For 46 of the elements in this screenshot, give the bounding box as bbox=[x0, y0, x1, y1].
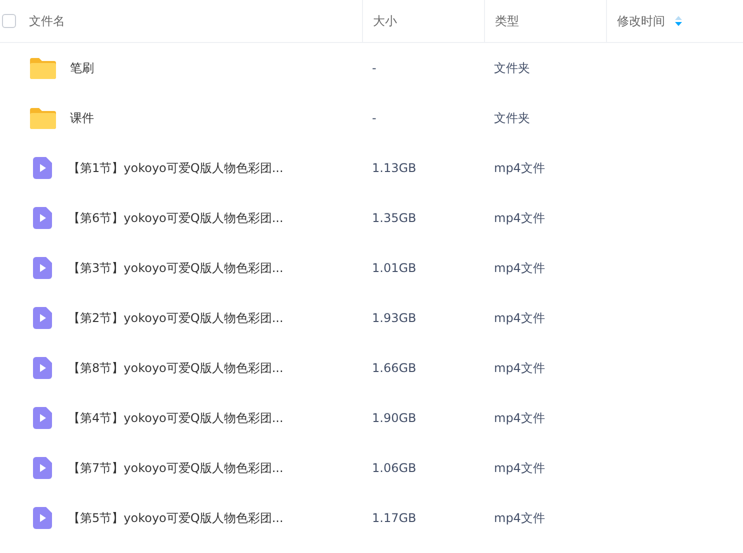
file-name[interactable]: 笔刷 bbox=[70, 59, 94, 77]
file-type: mp4文件 bbox=[493, 160, 546, 177]
name-column-header[interactable]: 文件名 bbox=[29, 12, 65, 30]
play-file-icon bbox=[33, 257, 52, 279]
play-file-icon bbox=[33, 207, 52, 229]
play-file-icon bbox=[33, 157, 52, 179]
file-type: mp4文件 bbox=[493, 410, 546, 427]
file-type: mp4文件 bbox=[493, 360, 546, 377]
type-column-header[interactable]: 类型 bbox=[495, 12, 519, 30]
file-name[interactable]: 【第3节】yokoyo可爱Q版人物色彩团... bbox=[68, 259, 284, 277]
file-name[interactable]: 【第8节】yokoyo可爱Q版人物色彩团... bbox=[68, 359, 284, 377]
file-name[interactable]: 【第2节】yokoyo可爱Q版人物色彩团... bbox=[68, 309, 284, 327]
file-name[interactable]: 【第7节】yokoyo可爱Q版人物色彩团... bbox=[68, 459, 284, 477]
file-size: 1.93GB bbox=[371, 310, 418, 327]
sort-icon[interactable] bbox=[675, 16, 682, 26]
file-size: 1.66GB bbox=[371, 360, 418, 377]
file-type: mp4文件 bbox=[493, 210, 546, 227]
play-file-icon bbox=[33, 407, 52, 429]
play-file-icon bbox=[33, 457, 52, 479]
file-name[interactable]: 【第4节】yokoyo可爱Q版人物色彩团... bbox=[68, 409, 284, 427]
file-type: mp4文件 bbox=[493, 510, 546, 527]
folder-icon bbox=[30, 107, 56, 129]
play-file-icon bbox=[33, 507, 52, 529]
size-column-header[interactable]: 大小 bbox=[373, 12, 397, 30]
file-name[interactable]: 【第5节】yokoyo可爱Q版人物色彩团... bbox=[68, 509, 284, 527]
file-type: 文件夹 bbox=[493, 110, 531, 127]
file-size: 1.35GB bbox=[371, 210, 418, 227]
file-size: 1.06GB bbox=[371, 460, 418, 477]
play-file-icon bbox=[33, 357, 52, 379]
file-type: mp4文件 bbox=[493, 260, 546, 277]
file-size: - bbox=[371, 60, 378, 77]
play-file-icon bbox=[33, 307, 52, 329]
folder-icon bbox=[30, 57, 56, 79]
file-size: 1.13GB bbox=[371, 160, 418, 177]
file-size: - bbox=[371, 110, 378, 127]
modified-column-header[interactable]: 修改时间 bbox=[617, 12, 665, 30]
file-name[interactable]: 【第1节】yokoyo可爱Q版人物色彩团... bbox=[68, 159, 284, 177]
file-name[interactable]: 课件 bbox=[70, 109, 94, 127]
file-size: 1.90GB bbox=[371, 410, 418, 427]
file-type: 文件夹 bbox=[493, 60, 531, 77]
file-type: mp4文件 bbox=[493, 460, 546, 477]
file-size: 1.17GB bbox=[371, 510, 418, 527]
select-all-checkbox[interactable] bbox=[2, 14, 16, 28]
file-type: mp4文件 bbox=[493, 310, 546, 327]
file-size: 1.01GB bbox=[371, 260, 418, 277]
file-name[interactable]: 【第6节】yokoyo可爱Q版人物色彩团... bbox=[68, 209, 284, 227]
